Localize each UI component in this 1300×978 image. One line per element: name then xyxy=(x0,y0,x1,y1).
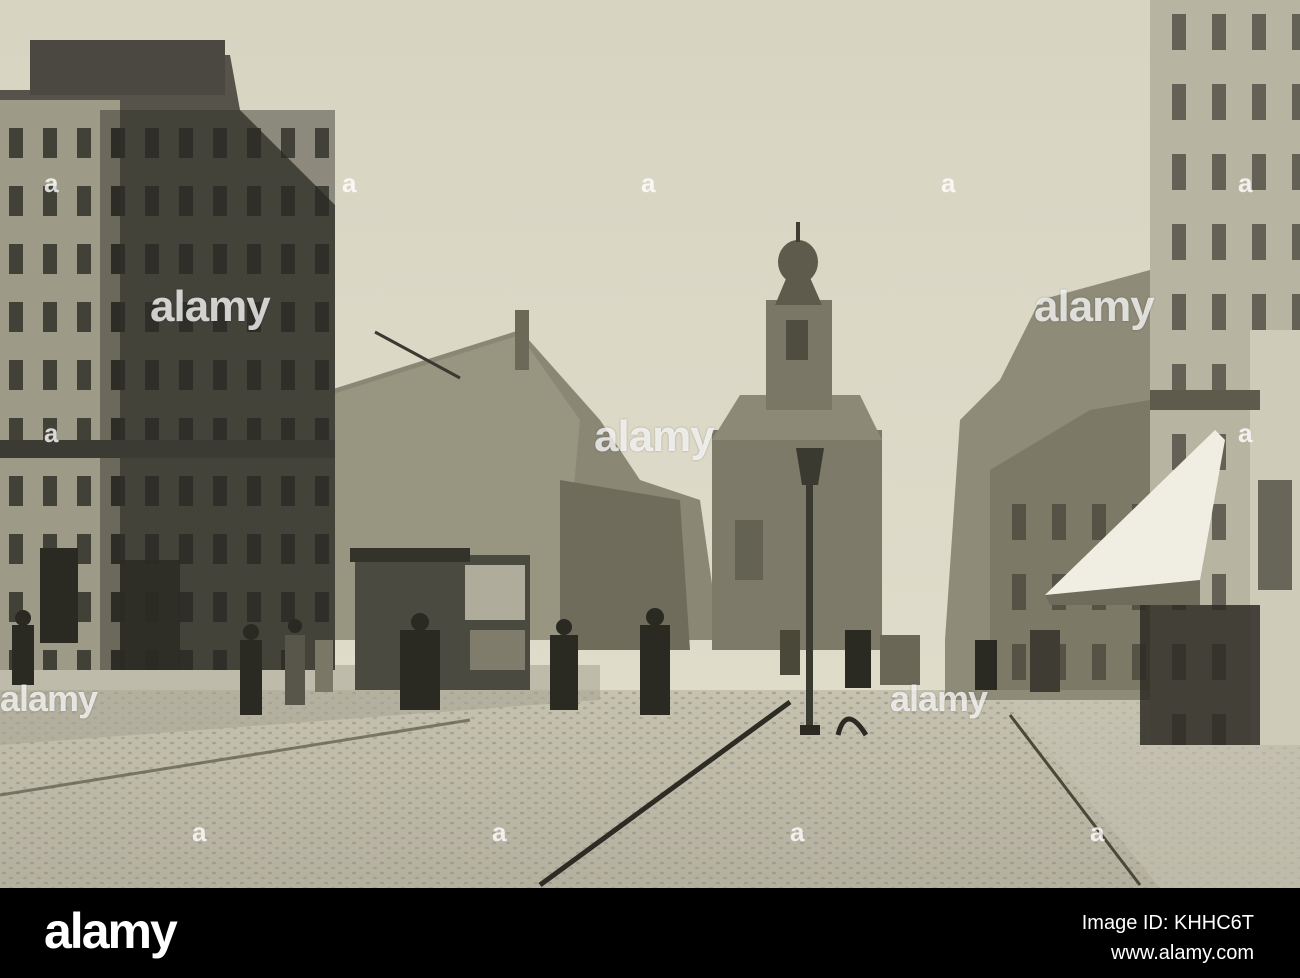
image-id: Image ID: KHHC6T xyxy=(1081,912,1254,934)
distant-facade xyxy=(560,480,690,650)
left-building xyxy=(0,40,335,670)
site-url[interactable]: www.alamy.com xyxy=(1082,938,1254,968)
image-caption: Image ID: KHHC6T www.alamy.com xyxy=(1082,908,1254,968)
alamy-logo[interactable]: alamy xyxy=(44,902,178,960)
street-scene-photo xyxy=(0,0,1300,888)
footer-bar: alamy Image ID: KHHC6T www.alamy.com xyxy=(0,888,1300,978)
photograph: alamy alamy alamy alamy alamy a a a a a … xyxy=(0,0,1300,888)
